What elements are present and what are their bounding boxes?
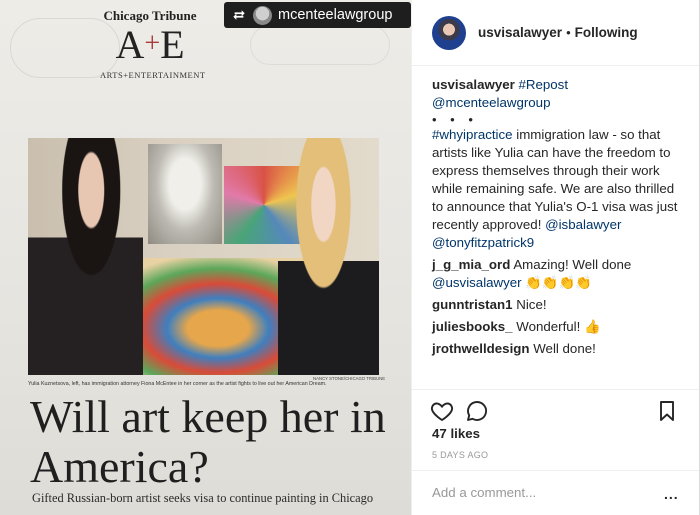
section-subtitle: ARTS+ENTERTAINMENT xyxy=(100,70,206,80)
clap-emoji: 👏👏👏👏 xyxy=(525,275,592,290)
comment-input[interactable] xyxy=(432,485,652,500)
person-left xyxy=(28,138,143,375)
heart-icon[interactable] xyxy=(430,399,454,423)
post-header: usvisalawyer • Following xyxy=(412,0,699,66)
more-options-button[interactable]: ... xyxy=(664,486,679,502)
comment-username[interactable]: j_g_mia_ord xyxy=(432,257,510,272)
repost-badge[interactable]: mcenteelawgroup xyxy=(224,2,411,28)
author-avatar[interactable] xyxy=(432,15,466,50)
comment-item: gunntristan1 Nice! xyxy=(432,296,687,314)
mention-link[interactable]: @tonyfitzpatrick9 xyxy=(432,235,534,250)
avatar xyxy=(253,5,272,25)
likes-count[interactable]: 47 likes xyxy=(432,426,480,441)
comment-text: Nice! xyxy=(516,297,547,312)
newspaper-masthead: Chicago Tribune A+E ARTS+ENTERTAINMENT xyxy=(100,8,206,80)
bookmark-icon[interactable] xyxy=(655,399,679,423)
comment-username[interactable]: juliesbooks_ xyxy=(432,319,513,334)
post-timestamp: 5 DAYS AGO xyxy=(432,450,489,460)
comment-text: Amazing! Well done xyxy=(513,257,632,272)
comment-username[interactable]: gunntristan1 xyxy=(432,297,513,312)
comment-item: jrothwelldesign Well done! xyxy=(432,340,687,358)
headline: Will art keep her in America? xyxy=(30,391,386,492)
painting xyxy=(148,144,222,244)
add-comment-bar: ... xyxy=(412,470,699,515)
comments-list: usvisalawyer #Repost @mcenteelawgroup • … xyxy=(432,76,687,362)
newspaper-photo xyxy=(28,138,379,375)
comment-text: Well done! xyxy=(533,341,596,356)
section-logo: A+E xyxy=(115,22,185,67)
comment-bubble-icon[interactable] xyxy=(465,399,489,423)
repost-username: mcenteelawgroup xyxy=(278,7,393,23)
comment-username[interactable]: jrothwelldesign xyxy=(432,341,530,356)
post-image[interactable]: Chicago Tribune A+E ARTS+ENTERTAINMENT N… xyxy=(0,0,411,515)
separator-dot: • xyxy=(566,25,571,40)
thumbs-up-emoji: 👍 xyxy=(584,319,601,334)
photo-caption: Yulia Kuznetsova, left, has immigration … xyxy=(28,381,327,387)
hashtag-link[interactable]: #Repost xyxy=(519,77,569,92)
following-button[interactable]: Following xyxy=(575,25,638,40)
person-right xyxy=(278,138,379,375)
comment-item: j_g_mia_ord Amazing! Well done @usvisala… xyxy=(432,256,687,292)
newspaper-page: Chicago Tribune A+E ARTS+ENTERTAINMENT N… xyxy=(0,0,411,515)
background-print-shadow xyxy=(250,25,390,65)
caption-author[interactable]: usvisalawyer xyxy=(432,77,515,92)
mention-link[interactable]: @usvisalawyer xyxy=(432,275,522,290)
post-actions: 47 likes 5 DAYS AGO ... xyxy=(412,389,699,515)
mention-link[interactable]: @mcenteelawgroup xyxy=(432,95,550,110)
subheadline: Gifted Russian-born artist seeks visa to… xyxy=(32,491,374,505)
mention-link[interactable]: @isbalawyer xyxy=(545,217,621,232)
hashtag-link[interactable]: #whyipractice xyxy=(432,127,513,142)
repost-icon xyxy=(233,10,245,20)
post-caption: usvisalawyer #Repost @mcenteelawgroup • … xyxy=(432,76,687,252)
comment-text: Wonderful! xyxy=(516,319,581,334)
comment-item: juliesbooks_ Wonderful! 👍 xyxy=(432,318,687,336)
author-username[interactable]: usvisalawyer xyxy=(478,25,562,40)
post-panel: usvisalawyer • Following usvisalawyer #R… xyxy=(411,0,700,515)
caption-ellipsis: • • • xyxy=(432,112,478,127)
